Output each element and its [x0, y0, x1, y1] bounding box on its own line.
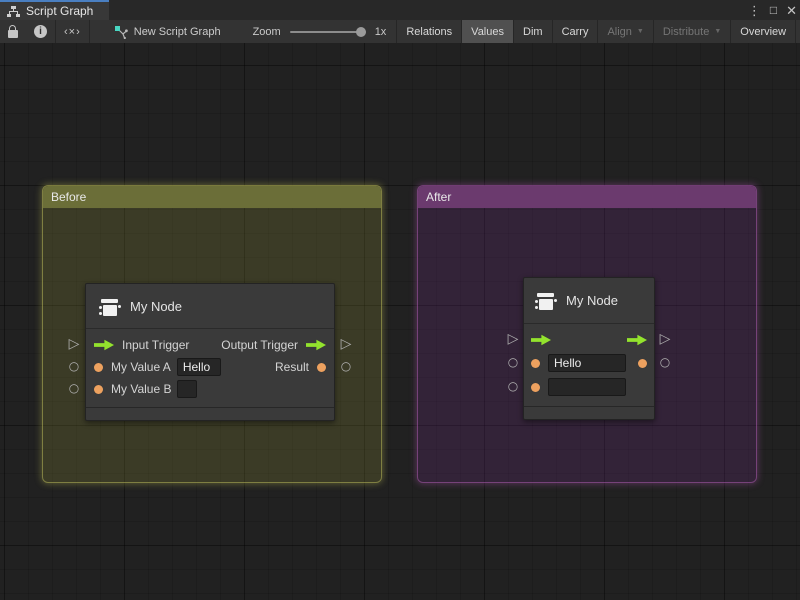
input-trigger-port-icon[interactable]: [531, 334, 551, 346]
ext-input-trigger-port[interactable]: ▷: [66, 336, 82, 352]
toggle-relations-label: Relations: [406, 26, 452, 38]
node-header[interactable]: My Node: [524, 278, 654, 324]
tab-title: Script Graph: [26, 4, 93, 18]
ext-output-trigger-port[interactable]: ▷: [338, 336, 354, 352]
toggle-values[interactable]: Values: [462, 20, 513, 43]
toggle-carry[interactable]: Carry: [553, 20, 598, 43]
value-a-input[interactable]: Hello: [177, 358, 221, 376]
ext-value-a-port[interactable]: ○: [66, 358, 82, 374]
port-row-value-b: My Value B: [86, 378, 334, 400]
dropdown-distribute: Distribute ▼: [654, 20, 730, 43]
toolbar-separator: [89, 20, 90, 43]
ext-result-port[interactable]: ○: [338, 358, 354, 374]
value-a-label: My Value A: [111, 360, 171, 374]
value-b-input[interactable]: [177, 380, 197, 398]
node-after-my-node[interactable]: My Node Hello: [523, 277, 655, 420]
port-row-value-b: [524, 375, 654, 399]
toggle-values-label: Values: [471, 26, 504, 38]
ext-value-a-port[interactable]: ○: [505, 354, 521, 370]
unit-node-icon: [98, 295, 121, 318]
node-body: Input Trigger Output Trigger My Value A …: [86, 329, 334, 404]
port-row-triggers: [524, 329, 654, 351]
script-graph-window: Script Graph ⋮ □ ✕ i ‹×› New Script G: [0, 0, 800, 600]
ext-value-b-port[interactable]: ○: [66, 380, 82, 396]
graph-canvas[interactable]: Before After My Node Input Trigger: [0, 43, 800, 600]
code-view-button[interactable]: ‹×›: [56, 20, 89, 43]
zoom-value: 1x: [375, 26, 387, 38]
value-b-input[interactable]: [548, 378, 626, 396]
close-icon[interactable]: ✕: [786, 4, 797, 17]
ext-input-trigger-port[interactable]: ▷: [505, 331, 521, 347]
maximize-icon[interactable]: □: [770, 4, 777, 16]
zoom-slider-handle[interactable]: [356, 27, 366, 37]
toggle-relations[interactable]: Relations: [397, 20, 461, 43]
group-after-header[interactable]: After: [418, 186, 756, 208]
output-trigger-label: Output Trigger: [221, 338, 298, 352]
chevron-down-icon: ▼: [714, 28, 721, 35]
value-a-input[interactable]: Hello: [548, 354, 626, 372]
result-port-icon[interactable]: [317, 363, 326, 372]
group-before-header[interactable]: Before: [43, 186, 381, 208]
output-trigger-port-icon[interactable]: [306, 339, 326, 351]
zoom-control: Zoom 1x: [253, 20, 397, 43]
toggle-dim[interactable]: Dim: [514, 20, 552, 43]
graph-asset-button[interactable]: New Script Graph: [104, 20, 231, 43]
button-full-screen[interactable]: Full Scr: [796, 20, 800, 43]
value-b-label: My Value B: [111, 382, 171, 396]
node-footer: [524, 406, 654, 419]
button-overview-label: Overview: [740, 26, 786, 38]
value-b-port-icon[interactable]: [94, 385, 103, 394]
dropdown-align: Align ▼: [598, 20, 652, 43]
value-a-port-icon[interactable]: [531, 359, 540, 368]
zoom-label: Zoom: [253, 26, 281, 38]
dropdown-distribute-label: Distribute: [663, 26, 709, 38]
toolbar: i ‹×› New Script Graph Zoom 1x Relations: [0, 20, 800, 44]
window-controls: ⋮ □ ✕: [748, 0, 797, 20]
output-trigger-port-icon[interactable]: [627, 334, 647, 346]
input-trigger-label: Input Trigger: [122, 338, 189, 352]
value-b-port-icon[interactable]: [531, 383, 540, 392]
node-header[interactable]: My Node: [86, 284, 334, 329]
ext-result-port[interactable]: ○: [657, 354, 673, 370]
result-label: Result: [275, 360, 309, 374]
tab-script-graph[interactable]: Script Graph: [0, 0, 109, 20]
dropdown-align-label: Align: [607, 26, 631, 38]
code-view-icon: ‹×›: [64, 26, 81, 38]
ext-value-b-port[interactable]: ○: [505, 378, 521, 394]
graph-hierarchy-icon: [7, 6, 20, 17]
script-graph-asset-icon: [114, 25, 128, 39]
group-after-title: After: [426, 190, 451, 204]
lock-button[interactable]: [0, 20, 26, 43]
button-overview[interactable]: Overview: [731, 20, 795, 43]
port-row-value-a: My Value A Hello Result: [86, 356, 334, 378]
chevron-down-icon: ▼: [637, 28, 644, 35]
result-port-icon[interactable]: [638, 359, 647, 368]
toggle-carry-label: Carry: [562, 26, 589, 38]
node-footer: [86, 407, 334, 420]
lock-icon: [8, 30, 18, 38]
port-row-triggers: Input Trigger Output Trigger: [86, 334, 334, 356]
unit-node-icon: [534, 289, 557, 312]
input-trigger-port-icon[interactable]: [94, 339, 114, 351]
value-a-port-icon[interactable]: [94, 363, 103, 372]
graph-asset-name: New Script Graph: [134, 26, 221, 38]
node-title: My Node: [566, 293, 618, 308]
node-title: My Node: [130, 299, 182, 314]
info-button[interactable]: i: [26, 20, 55, 43]
node-body: Hello: [524, 324, 654, 403]
node-before-my-node[interactable]: My Node Input Trigger Output Trigger My …: [85, 283, 335, 421]
toggle-dim-label: Dim: [523, 26, 543, 38]
window-menu-icon[interactable]: ⋮: [748, 4, 761, 17]
zoom-slider[interactable]: [290, 31, 366, 33]
info-icon: i: [34, 25, 47, 38]
ext-output-trigger-port[interactable]: ▷: [657, 331, 673, 347]
tab-bar: Script Graph ⋮ □ ✕: [0, 0, 800, 20]
port-row-value-a: Hello: [524, 351, 654, 375]
group-before-title: Before: [51, 190, 86, 204]
